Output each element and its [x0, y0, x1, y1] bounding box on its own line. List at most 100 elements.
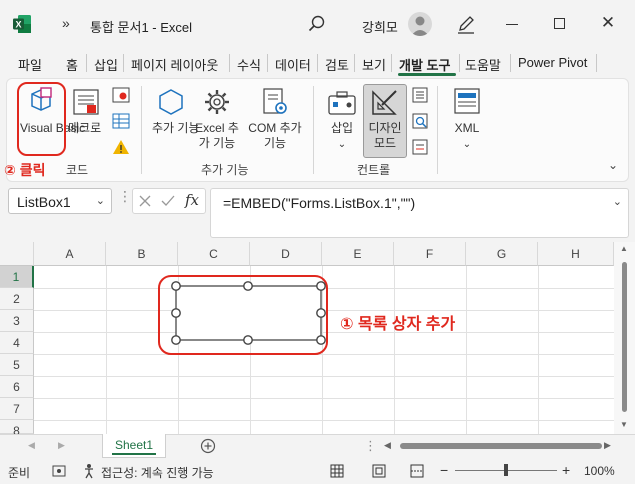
pen-icon[interactable] — [455, 13, 477, 35]
relative-reference-icon[interactable] — [112, 113, 130, 129]
grid-line — [466, 266, 467, 434]
grid-line — [538, 266, 539, 434]
enter-icon[interactable] — [161, 195, 175, 207]
zoom-in-button[interactable]: + — [562, 462, 570, 478]
nav-chevron[interactable]: » — [62, 15, 70, 31]
excel-addins-icon — [205, 90, 229, 114]
row-header[interactable]: 1 — [0, 266, 34, 288]
tab-developer[interactable]: 개발 도구 — [399, 55, 450, 74]
tab-divider — [459, 54, 460, 72]
properties-icon[interactable] — [412, 87, 428, 103]
grid-line — [394, 266, 395, 434]
cancel-icon[interactable] — [139, 195, 151, 207]
excel-logo-icon: X — [13, 15, 31, 33]
group-divider — [141, 86, 142, 174]
visual-basic-button[interactable] — [17, 82, 66, 156]
tab-review[interactable]: 검토 — [325, 55, 349, 74]
close-button[interactable]: ✕ — [598, 13, 618, 33]
page-break-view-icon[interactable] — [410, 464, 424, 478]
active-sheet-indicator — [112, 453, 156, 455]
search-icon[interactable] — [306, 13, 328, 35]
user-name: 강희모 — [362, 20, 398, 35]
record-macro-icon[interactable] — [112, 87, 130, 103]
accessibility-icon[interactable] — [82, 463, 98, 479]
scroll-down-icon[interactable]: ▼ — [620, 420, 628, 429]
code-group-label: 코드 — [66, 163, 89, 177]
macro-security-icon[interactable] — [112, 139, 130, 155]
more-icon[interactable]: ⋮ — [118, 188, 132, 205]
macro-record-status-icon[interactable] — [52, 464, 66, 478]
vertical-scrollbar[interactable]: ▲ ▼ — [614, 242, 635, 434]
insert-control-icon — [328, 91, 356, 115]
insert-function-icon[interactable]: fx — [185, 191, 199, 209]
next-sheet-icon[interactable]: ▶ — [58, 440, 65, 451]
add-listbox-annotation: ① 목록 상자 추가 — [340, 316, 456, 333]
row-header[interactable]: 7 — [0, 398, 34, 420]
column-header[interactable]: H — [538, 242, 614, 266]
scroll-up-icon[interactable]: ▲ — [620, 244, 628, 253]
tab-divider — [123, 54, 124, 72]
column-header[interactable]: C — [178, 242, 250, 266]
tab-power-pivot[interactable]: Power Pivot — [518, 55, 587, 70]
row-header[interactable]: 6 — [0, 376, 34, 398]
tab-view[interactable]: 보기 — [362, 55, 386, 74]
zoom-slider-thumb[interactable] — [504, 464, 508, 476]
window-title: 통합 문서1 - Excel — [90, 20, 193, 35]
collapse-ribbon-icon[interactable]: ⌄ — [608, 158, 618, 172]
column-header[interactable]: B — [106, 242, 178, 266]
name-box[interactable]: ListBox1 ⌄ — [8, 188, 112, 214]
excel-addins-button[interactable]: Excel 추가 기능 — [192, 121, 242, 151]
group-divider — [313, 86, 314, 174]
name-box-value: ListBox1 — [17, 194, 71, 210]
horizontal-scroll-thumb[interactable] — [400, 443, 602, 449]
listbox-control[interactable] — [156, 274, 330, 356]
tab-insert[interactable]: 삽입 — [94, 55, 118, 74]
worksheet-grid[interactable]: A B C D E F G H 1 2 3 4 5 6 7 8 ▲ ▼ ① 목록… — [0, 242, 635, 438]
user-avatar-icon[interactable] — [408, 12, 432, 36]
column-header[interactable]: G — [466, 242, 538, 266]
row-header[interactable]: 5 — [0, 354, 34, 376]
prev-sheet-icon[interactable]: ◀ — [28, 440, 35, 451]
row-header[interactable]: 8 — [0, 420, 34, 438]
normal-view-icon[interactable] — [330, 464, 344, 478]
row-header[interactable]: 3 — [0, 310, 34, 332]
scroll-left-icon[interactable]: ◀ — [384, 440, 391, 451]
design-mode-icon — [372, 90, 397, 115]
column-header[interactable]: A — [34, 242, 106, 266]
zoom-out-button[interactable]: − — [440, 462, 448, 478]
column-header[interactable]: D — [250, 242, 322, 266]
plus-circle-icon[interactable] — [200, 438, 216, 454]
formula-input[interactable]: =EMBED("Forms.ListBox.1","") ⌄ — [210, 188, 629, 238]
row-header[interactable]: 4 — [0, 332, 34, 354]
scroll-right-icon[interactable]: ▶ — [604, 440, 611, 451]
minimize-button[interactable] — [506, 24, 518, 25]
zoom-level[interactable]: 100% — [584, 464, 615, 478]
tab-help[interactable]: 도움말 — [465, 55, 501, 74]
grid-line — [34, 420, 614, 421]
more-icon[interactable]: ⋮ — [364, 438, 377, 454]
view-code-icon[interactable] — [412, 113, 428, 129]
expand-formula-icon[interactable]: ⌄ — [613, 195, 622, 208]
maximize-button[interactable] — [554, 18, 565, 29]
page-layout-view-icon[interactable] — [372, 464, 386, 478]
chevron-down-icon[interactable]: ⌄ — [96, 194, 105, 207]
tab-file[interactable]: 파일 — [18, 55, 42, 74]
com-addins-button[interactable]: COM 추가 기능 — [246, 121, 304, 151]
select-all-corner[interactable] — [0, 242, 34, 266]
active-tab-indicator — [398, 73, 456, 76]
xml-button[interactable]: XML ⌄ — [448, 121, 486, 152]
insert-control-button[interactable]: 삽입 ⌄ — [324, 121, 360, 152]
column-header[interactable]: E — [322, 242, 394, 266]
tab-data[interactable]: 데이터 — [275, 55, 311, 74]
tab-formulas[interactable]: 수식 — [237, 55, 261, 74]
tab-page-layout[interactable]: 페이지 레이아웃 — [131, 55, 218, 74]
column-header[interactable]: F — [394, 242, 466, 266]
accessibility-status[interactable]: 접근성: 계속 진행 가능 — [101, 464, 214, 481]
run-dialog-icon[interactable] — [412, 139, 428, 155]
row-header[interactable]: 2 — [0, 288, 34, 310]
grid-line — [34, 376, 614, 377]
macro-button[interactable]: 매크로 — [68, 121, 101, 136]
addins-button[interactable]: 추가 기능 — [152, 121, 200, 136]
vertical-scroll-thumb[interactable] — [622, 262, 627, 412]
tab-home[interactable]: 홈 — [66, 55, 78, 74]
